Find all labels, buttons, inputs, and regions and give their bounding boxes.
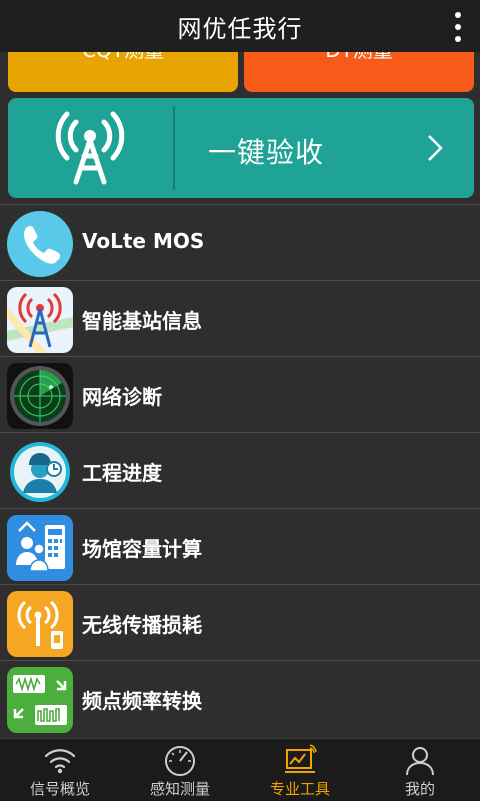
base-station-icon (7, 287, 73, 353)
tab-professional-tools[interactable]: 专业工具 (240, 739, 360, 801)
one-key-acceptance-button[interactable]: 一键验收 (8, 98, 474, 198)
dt-measure-button[interactable]: DT测量 (244, 52, 474, 92)
tab-professional-tools-label: 专业工具 (269, 780, 330, 798)
list-item-project-progress[interactable]: 工程进度 (0, 432, 480, 508)
tab-signal-overview[interactable]: 信号概览 (0, 739, 120, 801)
speedometer-icon (165, 746, 195, 776)
list-item-volte-mos[interactable]: VoLte MOS (0, 204, 480, 280)
tab-mine[interactable]: 我的 (360, 739, 480, 801)
venue-capacity-icon (7, 515, 73, 581)
measure-tiles: CQT测量 DT测量 (8, 52, 474, 92)
base-station-info-label: 智能基站信息 (82, 309, 202, 333)
tab-signal-overview-label: 信号概览 (29, 780, 90, 798)
list-item-wireless-loss[interactable]: 无线传播损耗 (0, 584, 480, 660)
wireless-loss-icon (7, 591, 73, 657)
bottom-navigation: 信号概览 感知测量 专业工具 我的 (0, 738, 480, 801)
tab-perception-measure[interactable]: 感知测量 (120, 739, 240, 801)
frequency-convert-label: 频点频率转换 (82, 689, 202, 713)
list-item-network-diagnosis[interactable]: 网络诊断 (0, 356, 480, 432)
project-progress-label: 工程进度 (82, 461, 162, 485)
tab-mine-label: 我的 (404, 780, 435, 798)
chevron-right-icon (428, 135, 443, 161)
frequency-convert-icon (7, 667, 73, 733)
title-bar: 网优任我行 (0, 0, 480, 52)
wifi-signal-icon (44, 749, 76, 774)
radar-icon (7, 363, 73, 429)
main-content: CQT测量 DT测量 一键验收 VoLte MOS (0, 52, 480, 738)
network-diagnosis-label: 网络诊断 (82, 385, 162, 409)
volte-mos-label: VoLte MOS (82, 229, 205, 253)
tab-perception-measure-label: 感知测量 (149, 780, 210, 798)
list-item-frequency-convert[interactable]: 频点频率转换 (0, 660, 480, 736)
phone-icon (7, 211, 73, 277)
antenna-tower-icon (55, 111, 125, 185)
cqt-measure-label: CQT测量 (82, 52, 164, 63)
cqt-measure-button[interactable]: CQT测量 (8, 52, 238, 92)
person-icon (406, 747, 434, 776)
more-vert-icon[interactable] (452, 12, 464, 42)
engineer-icon (10, 442, 70, 502)
tools-monitor-icon (285, 744, 317, 773)
wireless-loss-label: 无线传播损耗 (82, 613, 202, 637)
tools-list: VoLte MOS 智能基站信息 网络诊断 工程进度 场馆容量计算 无线传播损耗… (0, 204, 480, 736)
dt-measure-label: DT测量 (325, 52, 393, 63)
venue-capacity-label: 场馆容量计算 (82, 537, 202, 561)
list-item-base-station-info[interactable]: 智能基站信息 (0, 280, 480, 356)
page-title: 网优任我行 (177, 14, 303, 43)
list-item-venue-capacity[interactable]: 场馆容量计算 (0, 508, 480, 584)
acceptance-divider (173, 106, 175, 190)
acceptance-label: 一键验收 (208, 136, 325, 169)
